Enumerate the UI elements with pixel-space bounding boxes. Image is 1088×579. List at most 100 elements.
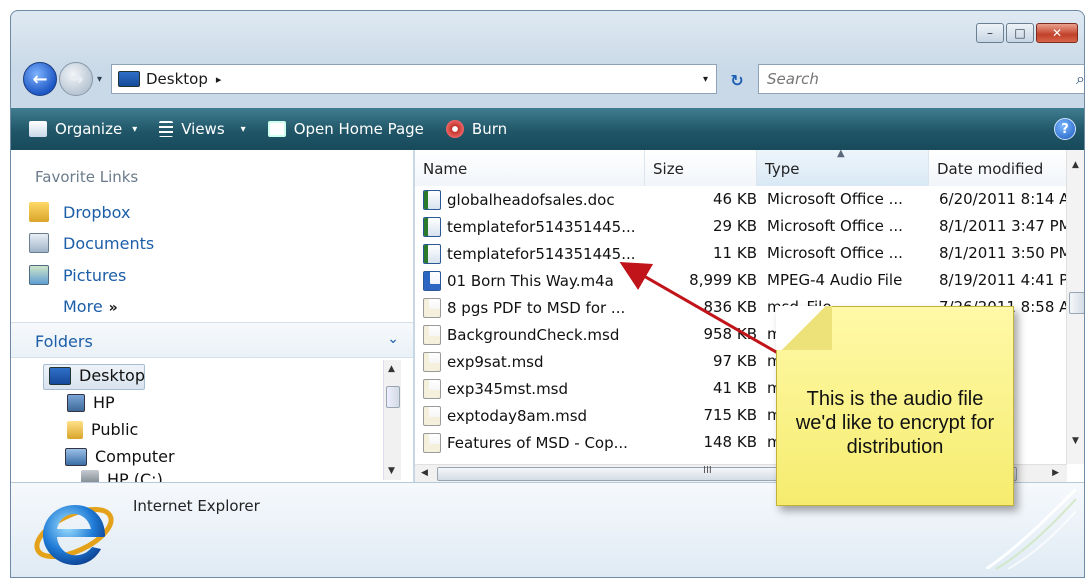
file-row[interactable]: templatefor514351445... 11 KB Microsoft Of…	[415, 240, 1067, 267]
scroll-left-icon[interactable]: ◀	[421, 468, 428, 478]
window-controls: – □ ✕	[976, 23, 1078, 43]
back-button[interactable]: ←	[23, 62, 57, 96]
favorite-link-dropbox[interactable]: Dropbox	[29, 202, 130, 222]
organize-label: Organize	[55, 120, 123, 138]
file-type: Microsoft Office ...	[767, 190, 903, 208]
forward-arrow-icon: →	[68, 68, 84, 90]
audio-file-icon	[423, 271, 441, 291]
more-label: More	[63, 297, 103, 316]
file-list-scrollbar[interactable]: ▲ ▼	[1066, 150, 1084, 464]
search-box[interactable]: ⌕	[758, 64, 1084, 94]
history-dropdown-icon[interactable]: ▾	[97, 74, 102, 85]
favorite-links-heading: Favorite Links	[35, 168, 139, 186]
folders-scroll-thumb[interactable]	[386, 386, 400, 408]
tree-item-hp[interactable]: HP	[67, 393, 115, 412]
help-button[interactable]: ?	[1054, 118, 1076, 140]
file-name: templatefor514351445...	[447, 218, 636, 236]
file-name-cell: 01 Born This Way.m4a	[423, 271, 645, 291]
tree-item-computer[interactable]: Computer	[65, 447, 175, 466]
favorite-link-documents[interactable]: Documents	[29, 233, 154, 253]
file-list-scroll-thumb[interactable]	[1069, 292, 1084, 314]
tree-item-label: Desktop	[79, 366, 145, 385]
scroll-down-icon[interactable]: ▼	[388, 466, 395, 476]
search-icon[interactable]: ⌕	[1076, 69, 1084, 89]
favorite-link-pictures[interactable]: Pictures	[29, 265, 126, 285]
details-app-name: Internet Explorer	[133, 497, 260, 515]
file-size: 148 KB	[703, 433, 757, 451]
tree-item-public[interactable]: Public	[67, 420, 138, 439]
tree-item-desktop[interactable]: Desktop	[49, 366, 145, 385]
refresh-button[interactable]: ↻	[723, 67, 751, 93]
file-name: 01 Born This Way.m4a	[447, 272, 614, 290]
folders-collapse-icon: ⌄	[387, 331, 399, 347]
scroll-up-icon[interactable]: ▲	[388, 364, 395, 374]
close-button[interactable]: ✕	[1036, 23, 1078, 43]
file-size: 11 KB	[713, 244, 757, 262]
views-button[interactable]: Views ▾	[159, 120, 246, 138]
tree-item-hp-c-drive[interactable]: HP (C:)	[81, 470, 163, 482]
organize-button[interactable]: Organize ▾	[29, 120, 137, 138]
file-name: 8 pgs PDF to MSD for ...	[447, 299, 626, 317]
favorite-link-label: Dropbox	[63, 202, 131, 222]
address-bar[interactable]: Desktop ▸ ▾	[111, 64, 717, 94]
views-caret-icon: ▾	[240, 123, 246, 135]
word-doc-icon	[423, 217, 441, 237]
drive-icon	[81, 470, 99, 482]
sort-ascending-icon: ▲	[837, 148, 845, 159]
scroll-right-icon[interactable]: ▶	[1052, 468, 1059, 478]
maximize-button[interactable]: □	[1006, 23, 1034, 43]
tree-item-label: HP (C:)	[107, 470, 163, 482]
column-header-label: Date modified	[937, 160, 1044, 178]
organize-caret-icon: ▾	[132, 123, 138, 135]
address-row: ← → ▾ Desktop ▸ ▾ ↻ ⌕	[23, 58, 1084, 98]
desktop-icon	[118, 71, 140, 87]
burn-button[interactable]: Burn	[445, 120, 507, 138]
search-input[interactable]	[767, 70, 1057, 88]
user-folder-icon	[67, 393, 85, 412]
organize-icon	[29, 121, 47, 137]
file-name: Features of MSD - Cop...	[447, 434, 628, 452]
file-name-cell: templatefor514351445...	[423, 244, 645, 264]
msd-file-icon	[423, 298, 441, 318]
file-type: Microsoft Office ...	[767, 244, 903, 262]
file-name-cell: BackgroundCheck.msd	[423, 325, 645, 345]
column-header-date-modified[interactable]: Date modified	[929, 150, 1067, 186]
file-size: 41 KB	[713, 379, 757, 397]
scroll-up-icon[interactable]: ▲	[1072, 160, 1079, 170]
folders-header[interactable]: Folders ⌄	[11, 322, 413, 358]
column-header-label: Size	[653, 160, 684, 178]
file-type: MPEG-4 Audio File	[767, 271, 903, 289]
file-name-cell: 8 pgs PDF to MSD for ...	[423, 298, 645, 318]
msd-file-icon	[423, 325, 441, 345]
column-header-type[interactable]: ▲ Type	[757, 148, 929, 186]
file-size: 8,999 KB	[689, 271, 757, 289]
address-dropdown-icon[interactable]: ▾	[703, 74, 708, 85]
maximize-icon: □	[1014, 26, 1026, 40]
more-chevron-icon: »	[108, 300, 118, 316]
callout-folded-corner	[776, 306, 832, 350]
file-row[interactable]: templatefor514351445... 29 KB Microsoft Of…	[415, 213, 1067, 240]
file-name: BackgroundCheck.msd	[447, 326, 620, 344]
msd-file-icon	[423, 379, 441, 399]
tree-item-label: HP	[93, 393, 115, 412]
breadcrumb-desktop[interactable]: Desktop	[146, 70, 208, 88]
file-name: exp9sat.msd	[447, 353, 544, 371]
file-date-modified: 8/1/2011 3:47 PM	[939, 217, 1067, 235]
forward-button[interactable]: →	[59, 62, 93, 96]
help-icon: ?	[1061, 121, 1069, 137]
scroll-down-icon[interactable]: ▼	[1072, 436, 1079, 446]
folders-label: Folders	[35, 332, 93, 351]
folders-scrollbar[interactable]: ▲ ▼	[383, 360, 401, 480]
file-name-cell: exp345mst.msd	[423, 379, 645, 399]
file-size: 715 KB	[703, 406, 757, 424]
column-header-name[interactable]: Name	[415, 150, 645, 186]
more-links-button[interactable]: More »	[63, 297, 118, 316]
file-type: Microsoft Office ...	[767, 217, 903, 235]
file-date-modified: 6/20/2011 8:14 AM	[939, 190, 1067, 208]
file-row[interactable]: 01 Born This Way.m4a 8,999 KB MPEG-4 Audio…	[415, 267, 1067, 294]
minimize-button[interactable]: –	[976, 23, 1004, 43]
open-home-page-button[interactable]: Open Home Page	[267, 120, 424, 138]
breadcrumb-chevron-icon[interactable]: ▸	[216, 73, 222, 86]
column-header-size[interactable]: Size	[645, 150, 757, 186]
file-row[interactable]: globalheadofsales.doc 46 KB Microsoft Offi…	[415, 186, 1067, 213]
